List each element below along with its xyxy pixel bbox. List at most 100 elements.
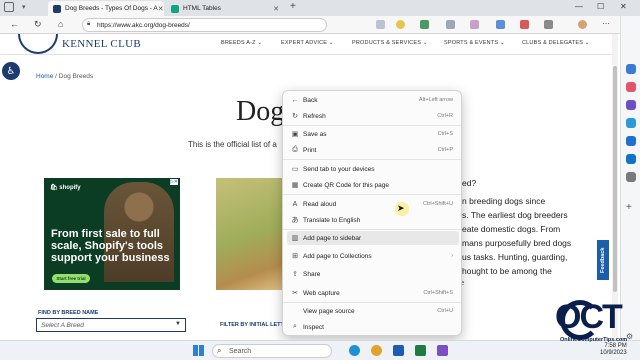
close-tab-icon[interactable]: ✕ [158,5,164,13]
add-sidebar-app-icon[interactable]: + [626,202,632,213]
header-divider [0,54,612,55]
home-icon[interactable]: ⌂ [58,19,63,29]
url-text: https://www.akc.org/dog-breeds/ [97,21,190,29]
menu-item-print[interactable]: ⎙ Print Ctrl+P [287,143,459,157]
close-window-button[interactable]: ✕ [620,2,627,11]
split-screen-icon[interactable] [446,20,455,29]
edge-taskbar-icon[interactable] [349,345,360,356]
close-tab-icon[interactable]: ✕ [273,5,279,13]
breadcrumb: Home / Dog Breeds [36,73,93,80]
app-taskbar-icon[interactable] [437,345,448,356]
nav-expert-advice[interactable]: EXPERT ADVICE ⌄ [281,40,334,46]
menu-item-read-aloud[interactable]: A Read aloud Ctrl+Shift+U [287,197,459,211]
menu-item-send-tab[interactable]: ▭ Send tab to your devices [287,162,459,176]
nav-breeds-az[interactable]: BREEDS A-Z ⌄ [221,40,262,46]
browser-essentials-icon[interactable] [520,20,529,29]
refresh-icon[interactable]: ↻ [34,19,42,30]
breadcrumb-current: Dog Breeds [58,73,94,80]
menu-item-share[interactable]: ⇪ Share [287,267,459,281]
new-tab-button[interactable]: + [290,1,296,12]
back-icon: ← [291,96,299,104]
maximize-button[interactable]: ☐ [597,2,604,11]
favorites-star-icon[interactable] [396,20,405,29]
tab-title: HTML Tables [183,5,221,12]
dog-photo [216,178,286,290]
article-text-line: s. The earliest dog breeders [462,210,568,220]
downloads-icon[interactable] [544,20,553,29]
extension-icon[interactable] [420,20,429,29]
url-field[interactable]: 🔒︎ https://www.akc.org/dog-breeds/ [82,18,327,32]
back-icon[interactable]: ← [10,19,19,29]
article-text-line: hought to be among the [462,266,552,276]
shopping-icon[interactable] [626,82,636,92]
menu-item-back[interactable]: ← Back Alt+Left arrow [287,93,459,107]
favorites-icon[interactable] [496,20,505,29]
games-icon[interactable] [626,118,636,128]
menu-item-inspect[interactable]: ⌕ Inspect [287,320,459,334]
settings-more-icon[interactable]: ⋯ [602,19,610,28]
nav-clubs-delegates[interactable]: CLUBS & DELEGATES ⌄ [522,40,590,46]
web-capture-icon: ✂ [292,290,298,297]
collections-icon[interactable] [470,20,479,29]
akc-logo-icon[interactable] [18,34,58,54]
read-aloud-icon[interactable] [376,20,385,29]
tab-actions-icon[interactable]: ▾ [22,3,26,11]
shopify-ad[interactable]: 🛍︎ shopify From first sale to full scale… [44,178,180,290]
chrome-taskbar-icon[interactable] [371,345,382,356]
menu-item-view-source[interactable]: View page source Ctrl+U [287,304,459,318]
tab-html-tables[interactable]: HTML Tables ✕ [166,1,284,16]
word-taskbar-icon[interactable] [393,345,404,356]
site-logo-text[interactable]: KENNEL CLUB [62,38,141,50]
nav-sports-events[interactable]: SPORTS & EVENTS ⌄ [444,40,505,46]
article-text-line: us tasks. Hunting, guarding, [462,252,568,262]
ad-headline: From first sale to full scale, Shopify's… [51,228,170,264]
menu-divider [283,159,461,160]
breadcrumb-home-link[interactable]: Home [36,73,53,80]
ad-cta-button[interactable]: Start free trial [52,274,90,283]
share-icon: ⇪ [292,271,298,278]
microsoft-365-icon[interactable] [626,136,636,146]
tools-icon[interactable] [626,100,636,110]
article-text-line: n breeding dogs since [462,196,546,206]
qr-code-icon: ▦ [291,182,299,189]
workspaces-icon[interactable] [4,2,14,12]
ad-brand: 🛍︎ shopify [50,185,81,191]
inspect-icon: ⌕ [293,323,297,330]
menu-divider [283,125,461,126]
menu-item-add-to-sidebar[interactable]: ▥ Add page to sidebar [287,231,459,245]
excel-taskbar-icon[interactable] [415,345,426,356]
taskbar-search[interactable]: ⌕ Search [212,344,332,358]
collections-icon: ⊞ [292,253,298,260]
drop-icon[interactable] [626,172,636,182]
tab-dog-breeds[interactable]: Dog Breeds - Types Of Dogs - A ✕ [48,1,164,16]
mouse-pointer-icon: ➤ [397,203,405,213]
search-icon: ⌕ [217,346,222,355]
menu-item-add-to-collections[interactable]: ⊞ Add page to Collections › [287,249,459,263]
outlook-icon[interactable] [626,154,636,164]
lock-icon: 🔒︎ [87,21,91,27]
menu-item-refresh[interactable]: ↻ Refresh Ctrl+R [287,109,459,123]
scrollbar-thumb[interactable] [613,66,617,292]
menu-item-translate[interactable]: あ Translate to English [287,213,459,227]
menu-item-qr-code[interactable]: ▦ Create QR Code for this page [287,178,459,192]
accessibility-icon[interactable]: ♿︎ [2,62,20,80]
oct-logo: OCT [555,298,623,336]
adchoices-icon[interactable]: ▷✕ [169,179,178,185]
breed-select[interactable]: Select A Breed ▼ [36,318,186,332]
tab-strip: ▾ Dog Breeds - Types Of Dogs - A ✕ HTML … [0,0,640,16]
profile-avatar[interactable] [578,20,587,29]
menu-divider [283,229,461,230]
intro-text: This is the official list of a [188,140,277,149]
article-text-line: mans purposefully bred dogs [462,238,572,248]
taskbar-clock[interactable]: 7:58 PM 10/9/2023 [600,343,627,357]
page-title: Dog [236,96,285,127]
menu-item-web-capture[interactable]: ✂ Web capture Ctrl+Shift+S [287,286,459,300]
windows-start-icon[interactable] [193,345,204,356]
feedback-button[interactable]: Feedback [597,240,609,280]
search-icon[interactable] [626,64,636,74]
read-aloud-icon: A [292,200,298,208]
menu-item-save-as[interactable]: ▣ Save as Ctrl+S [287,127,459,141]
minimize-button[interactable]: — [575,2,583,11]
nav-products-services[interactable]: PRODUCTS & SERVICES ⌄ [352,40,428,46]
menu-divider [283,194,461,195]
